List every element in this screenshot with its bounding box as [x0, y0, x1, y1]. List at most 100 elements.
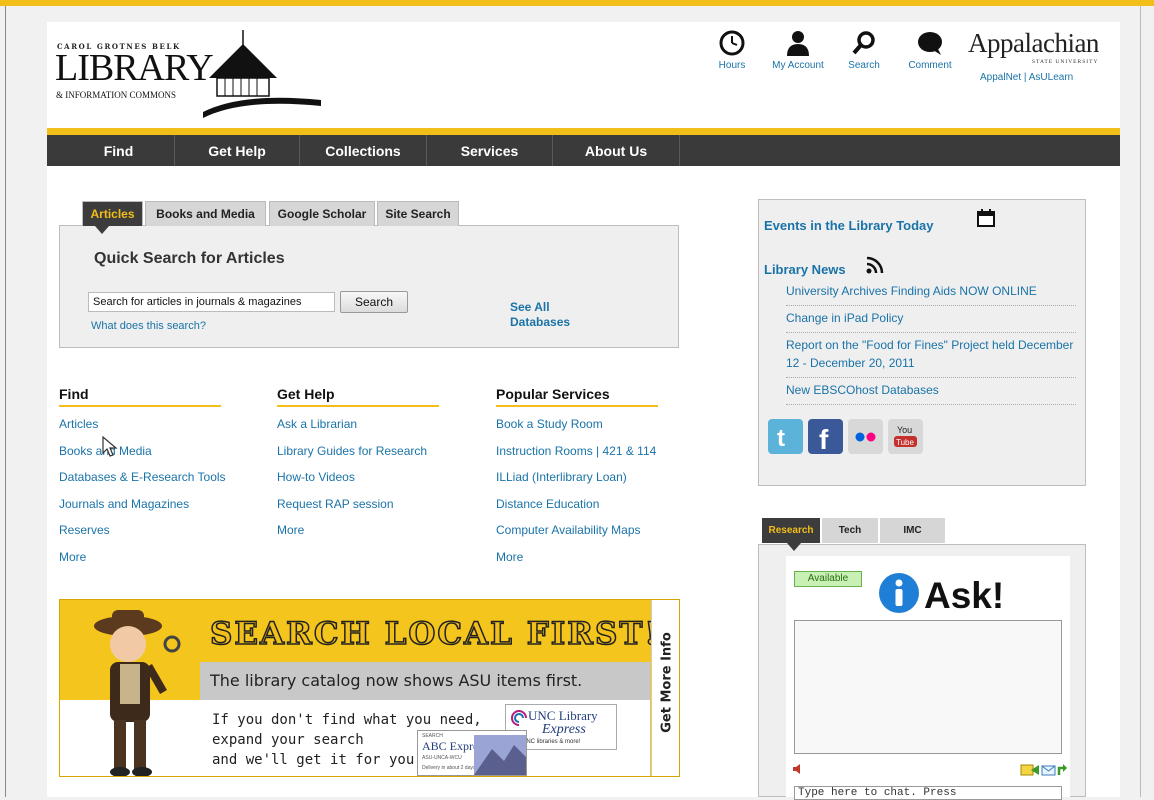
find-link[interactable]: Databases & E-Research Tools — [59, 464, 259, 491]
active-tab-pointer — [95, 226, 109, 234]
see-all-databases-link[interactable]: See All Databases — [510, 300, 600, 330]
library-logo[interactable]: CAROL GROTNES BELK LIBRARY & INFORMATION… — [55, 30, 321, 125]
page: CAROL GROTNES BELK LIBRARY & INFORMATION… — [0, 0, 1154, 800]
speaker-icon[interactable] — [792, 763, 804, 775]
university-name: Appalachian — [968, 28, 1099, 58]
calendar-icon — [977, 209, 995, 227]
popular-services-column: Popular Services Book a Study Room Instr… — [496, 386, 696, 570]
unc-text-2: Express — [542, 722, 586, 737]
unc-swirl-icon — [511, 710, 527, 726]
services-link[interactable]: Computer Availability Maps — [496, 517, 696, 544]
availability-badge: Available — [794, 571, 862, 587]
find-link[interactable]: Reserves — [59, 517, 259, 544]
twitter-icon[interactable]: t — [768, 419, 803, 454]
find-link[interactable]: Journals and Magazines — [59, 491, 259, 518]
youtube-you-text: You — [897, 425, 912, 435]
services-link[interactable]: Instruction Rooms | 421 & 114 — [496, 438, 696, 465]
flickr-icon[interactable] — [848, 419, 883, 454]
services-link[interactable]: ILLiad (Interlibrary Loan) — [496, 464, 696, 491]
tab-books-and-media[interactable]: Books and Media — [145, 201, 266, 226]
get-help-heading: Get Help — [277, 386, 439, 407]
youtube-icon[interactable]: You Tube — [888, 419, 923, 454]
search-button[interactable]: Search — [340, 291, 408, 313]
events-link[interactable]: Events in the Library Today — [764, 218, 934, 233]
rss-icon[interactable] — [866, 256, 884, 274]
get-help-link[interactable]: Request RAP session — [277, 491, 477, 518]
library-news-title[interactable]: Library News — [764, 262, 846, 277]
services-link[interactable]: More — [496, 544, 696, 571]
svg-text:t: t — [777, 425, 785, 452]
find-column: Find Articles Books and Media Databases … — [59, 386, 259, 570]
tab-site-search[interactable]: Site Search — [377, 201, 459, 226]
active-chat-tab-pointer — [787, 543, 801, 551]
tab-articles[interactable]: Articles — [82, 201, 143, 226]
my-account-label: My Account — [772, 60, 824, 71]
services-link[interactable]: Book a Study Room — [496, 411, 696, 438]
nav-get-help[interactable]: Get Help — [175, 135, 300, 166]
university-links[interactable]: AppalNet | AsULearn — [980, 72, 1073, 83]
my-account-link[interactable]: My Account — [768, 30, 828, 71]
tab-google-scholar[interactable]: Google Scholar — [269, 201, 375, 226]
quick-search-title: Quick Search for Articles — [94, 250, 285, 267]
news-list: University Archives Finding Aids NOW ONL… — [786, 279, 1076, 405]
logo-main-text: LIBRARY — [55, 47, 214, 89]
facebook-icon[interactable]: f — [808, 419, 843, 455]
speech-bubble-icon — [918, 32, 942, 55]
top-accent-bar — [0, 0, 1154, 6]
get-help-link[interactable]: Ask a Librarian — [277, 411, 477, 438]
get-help-link[interactable]: More — [277, 517, 477, 544]
get-more-info-tab[interactable]: Get More Info — [651, 600, 679, 776]
search-local-first-banner[interactable]: SEARCH LOCAL FIRST! The library catalog … — [59, 599, 680, 777]
chat-action-icons[interactable] — [1020, 762, 1068, 778]
nav-about-us[interactable]: About Us — [553, 135, 680, 166]
appalachian-logo[interactable]: Appalachian STATE UNIVERSITY AppalNet | … — [968, 28, 1108, 83]
find-link[interactable]: Articles — [59, 411, 259, 438]
abc-text-3: ASU-UNCA-WCU — [422, 755, 462, 761]
chat-input[interactable]: Type here to chat. Press — [794, 786, 1062, 800]
find-heading: Find — [59, 386, 221, 407]
hours-link[interactable]: Hours — [702, 30, 762, 71]
banner-line2-row: If you don't find what you need, — [212, 712, 482, 728]
comment-link[interactable]: Comment — [900, 30, 960, 71]
abc-express-logo: SEARCH ABC Express ASU-UNCA-WCU Delivery… — [417, 730, 527, 776]
person-icon — [787, 31, 809, 56]
get-help-link[interactable]: Library Guides for Research — [277, 438, 477, 465]
tab-imc[interactable]: IMC — [880, 518, 945, 543]
news-item[interactable]: New EBSCOhost Databases — [786, 378, 1076, 405]
header-gold-bar — [47, 128, 1120, 135]
search-label: Search — [848, 60, 880, 71]
youtube-tube-text: Tube — [896, 438, 914, 447]
mascot-image — [94, 610, 181, 776]
hours-label: Hours — [718, 60, 746, 71]
what-does-this-search-link[interactable]: What does this search? — [91, 320, 206, 332]
comment-label: Comment — [908, 60, 952, 71]
find-link[interactable]: Books and Media — [59, 438, 259, 465]
get-help-column: Get Help Ask a Librarian Library Guides … — [277, 386, 477, 544]
tab-tech[interactable]: Tech — [822, 518, 878, 543]
info-icon — [879, 573, 919, 613]
banner-line1: The library catalog now shows ASU items … — [210, 671, 583, 690]
services-link[interactable]: Distance Education — [496, 491, 696, 518]
get-help-link[interactable]: How-to Videos — [277, 464, 477, 491]
frame-left — [5, 6, 6, 797]
main-nav: Find Get Help Collections Services About… — [47, 135, 1120, 166]
nav-collections[interactable]: Collections — [300, 135, 427, 166]
nav-find[interactable]: Find — [63, 135, 175, 166]
magnifier-icon — [852, 31, 875, 55]
logo-sub-text: & INFORMATION COMMONS — [56, 90, 177, 100]
banner-headline: SEARCH LOCAL FIRST! — [209, 615, 661, 653]
tab-research[interactable]: Research — [762, 518, 820, 543]
find-link[interactable]: More — [59, 544, 259, 571]
article-search-input[interactable] — [88, 292, 335, 312]
frame-right — [1140, 6, 1141, 797]
news-item[interactable]: Report on the "Food for Fines" Project h… — [786, 333, 1076, 378]
news-item[interactable]: University Archives Finding Aids NOW ONL… — [786, 279, 1076, 306]
nav-services[interactable]: Services — [427, 135, 553, 166]
abc-text-4: Delivery in about 2 days — [422, 765, 476, 771]
search-link[interactable]: Search — [834, 30, 894, 71]
ask-heading: Ask! — [924, 575, 1005, 616]
gazebo-icon — [203, 30, 321, 118]
news-item[interactable]: Change in iPad Policy — [786, 306, 1076, 333]
mouse-cursor-icon — [102, 436, 118, 457]
clock-icon — [719, 30, 745, 56]
